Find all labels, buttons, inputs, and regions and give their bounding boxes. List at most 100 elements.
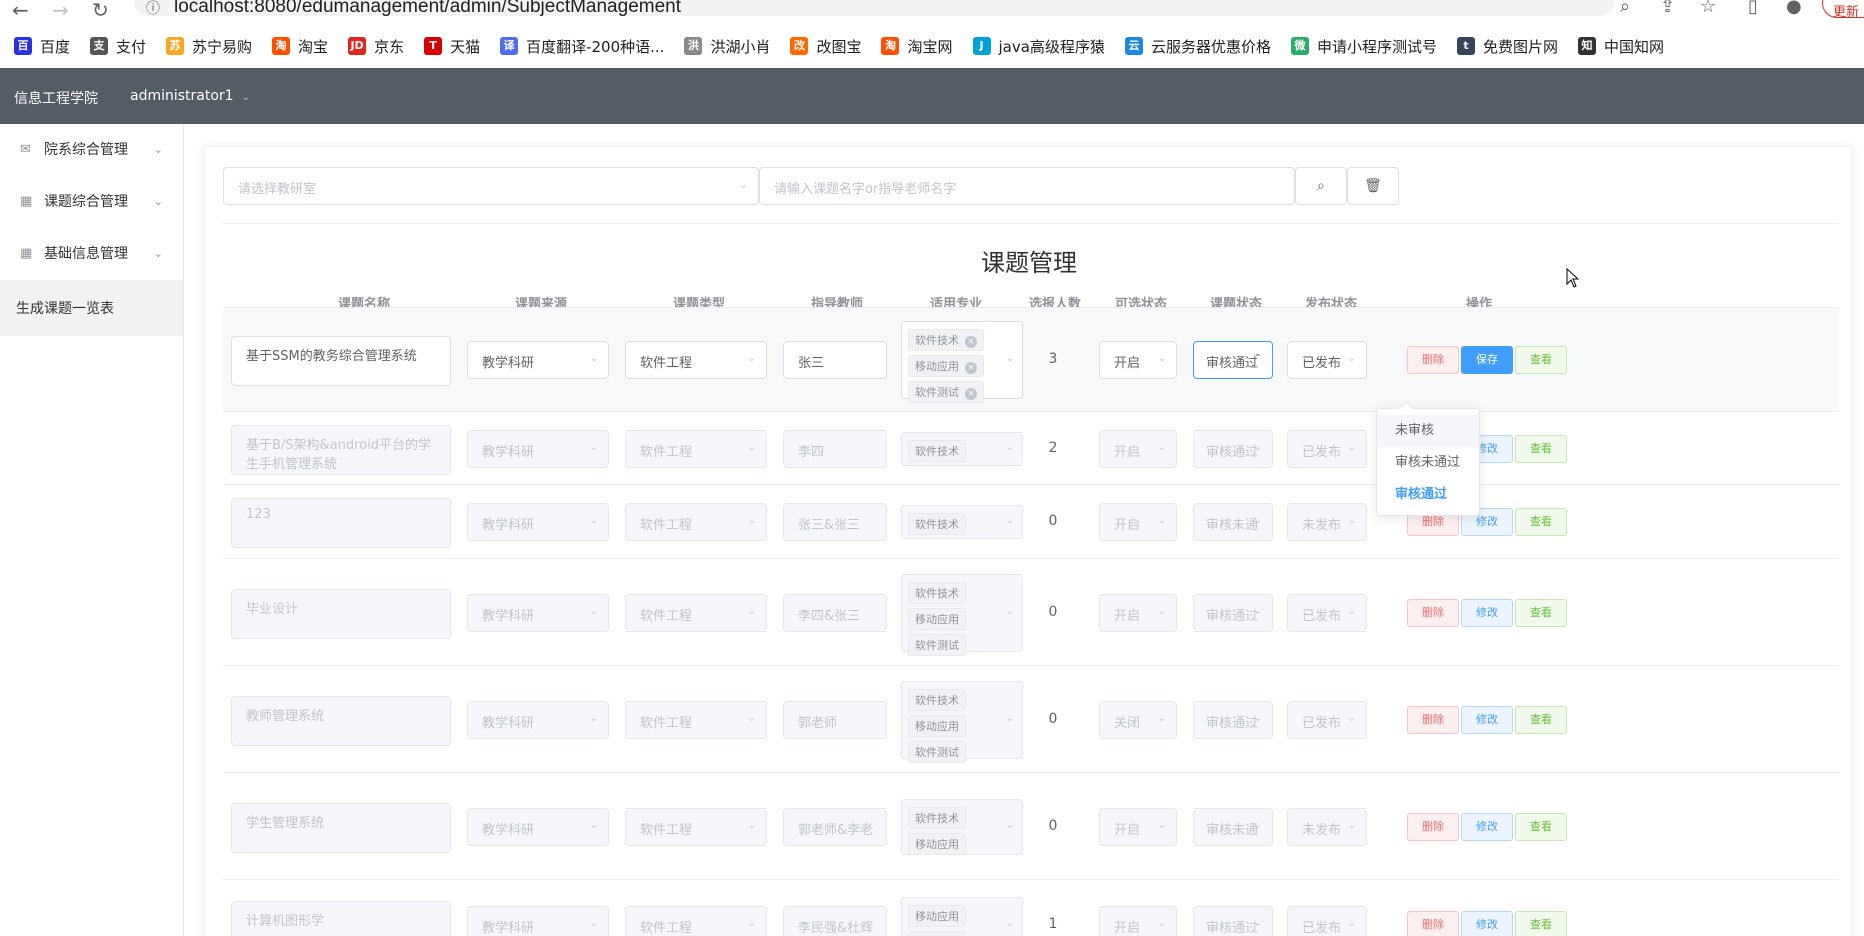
subject-name-input[interactable]: 基于SSM的教务综合管理系统 bbox=[231, 336, 451, 386]
bookmark-item[interactable]: 淘淘宝 bbox=[272, 36, 328, 57]
bookmark-label: 洪湖小肖 bbox=[710, 37, 771, 56]
bookmark-item[interactable]: 淘淘宝网 bbox=[881, 36, 953, 57]
bookmark-item[interactable]: 洪洪湖小肖 bbox=[684, 36, 770, 57]
bookmark-item[interactable]: 微申请小程序测试号 bbox=[1290, 36, 1437, 57]
chevron-down-icon: ⌄ bbox=[1253, 918, 1262, 929]
close-icon[interactable]: × bbox=[965, 362, 977, 374]
bookmark-item[interactable]: 译百度翻译-200种语... bbox=[500, 36, 664, 57]
office-select[interactable]: 请选择教研室 ⌄ bbox=[223, 167, 759, 205]
sidebar-item-basic-info[interactable]: ▦ 基础信息管理 ⌄ bbox=[0, 228, 183, 278]
suning-icon: 苏 bbox=[166, 37, 185, 55]
delete-button[interactable]: 删除 bbox=[1407, 598, 1459, 627]
wechat-icon: 微 bbox=[1290, 37, 1309, 55]
status-value: 审核通过 bbox=[1206, 356, 1259, 371]
url-text: localhost:8080/edumanagement/admin/Subje… bbox=[174, 0, 681, 17]
bookmark-item[interactable]: JD 京东 bbox=[348, 36, 404, 57]
major-tag-label: 软件测试 bbox=[915, 638, 959, 652]
source-value: 教学科研 bbox=[482, 444, 535, 460]
source-value: 教学科研 bbox=[482, 715, 535, 731]
major-tag: 软件测试 bbox=[908, 740, 966, 763]
address-bar[interactable]: ⓘ localhost:8080/edumanagement/admin/Sub… bbox=[134, 0, 1614, 18]
view-button[interactable]: 查看 bbox=[1515, 812, 1567, 841]
view-button[interactable]: 查看 bbox=[1515, 598, 1567, 627]
site-info-icon[interactable]: ⓘ bbox=[146, 0, 160, 18]
bookmark-label: java高级程序猿 bbox=[998, 37, 1105, 56]
profile-icon[interactable]: ● bbox=[1786, 0, 1802, 17]
share-icon[interactable]: ⇪ bbox=[1660, 0, 1675, 17]
major-tag-label: 软件测试 bbox=[915, 386, 959, 399]
bookmark-item[interactable]: t 免费图片网 bbox=[1456, 36, 1558, 57]
table-row: 教师管理系统 教学科研 ⌄ 软件工程 ⌄ 郭老师 软件技术 移动应用 软件测试 ⌄ 0 关闭 ⌄ 审核通过… bbox=[223, 665, 1839, 772]
delete-button[interactable]: 删除 bbox=[1407, 705, 1459, 734]
majors-multiselect: 软件技术 ⌄ bbox=[901, 505, 1023, 539]
sidepanel-icon[interactable]: ▯ bbox=[1748, 0, 1758, 17]
close-icon[interactable]: × bbox=[965, 336, 977, 348]
bookmark-item[interactable]: 苏苏宁易购 bbox=[166, 36, 252, 57]
status-value: 审核通过 bbox=[1206, 608, 1259, 624]
sidebar-item-department[interactable]: ✉ 院系综合管理 ⌄ bbox=[0, 124, 183, 174]
save-button[interactable]: 保存 bbox=[1461, 346, 1513, 374]
clear-button[interactable]: 🗑 bbox=[1347, 167, 1399, 205]
bookmark-item[interactable]: Jjava高级程序猿 bbox=[972, 36, 1105, 57]
sidebar-item-generate-list[interactable]: 生成课题一览表 bbox=[0, 280, 183, 336]
bookmark-item[interactable]: 云云服务器优惠价格 bbox=[1124, 36, 1271, 57]
selectable-select[interactable]: 开启 ⌄ bbox=[1099, 341, 1177, 379]
chevron-down-icon: ⌄ bbox=[747, 918, 756, 929]
dropdown-option-approved[interactable]: 审核通过 bbox=[1377, 479, 1479, 511]
dropdown-option-rejected[interactable]: 审核未通过 bbox=[1377, 447, 1479, 479]
type-select[interactable]: 软件工程 ⌄ bbox=[625, 341, 767, 379]
bookmark-item[interactable]: 改改图宝 bbox=[790, 36, 861, 57]
view-button[interactable]: 查看 bbox=[1515, 346, 1567, 374]
bookmark-item[interactable]: 支支付 bbox=[90, 36, 146, 57]
bookmark-star-icon[interactable]: ☆ bbox=[1700, 0, 1716, 17]
close-icon[interactable]: × bbox=[965, 388, 977, 400]
grid-icon: ▦ bbox=[20, 193, 33, 209]
chevron-down-icon: ⌄ bbox=[747, 712, 756, 724]
tv-icon: J bbox=[972, 37, 991, 55]
zoom-icon[interactable]: ⌕ bbox=[1620, 0, 1630, 17]
edit-button[interactable]: 修改 bbox=[1461, 911, 1513, 936]
major-tag-label: 软件技术 bbox=[915, 444, 959, 458]
publish-select[interactable]: 已发布 ⌄ bbox=[1287, 341, 1367, 379]
bookmark-label: 申请小程序测试号 bbox=[1316, 37, 1437, 56]
forward-icon[interactable]: → bbox=[52, 0, 69, 22]
delete-button[interactable]: 删除 bbox=[1407, 911, 1459, 936]
reload-icon[interactable]: ↻ bbox=[92, 0, 109, 22]
major-tag: 软件测试 bbox=[908, 633, 966, 656]
update-button[interactable]: 更新 bbox=[1822, 0, 1864, 20]
search-input[interactable]: 请输入课题名字or指导老师名字 bbox=[759, 167, 1295, 205]
majors-multiselect[interactable]: 软件技术 × 移动应用 × 软件测试 × ⌄ bbox=[901, 321, 1023, 403]
major-tag: 软件技术 bbox=[908, 931, 966, 936]
view-button[interactable]: 查看 bbox=[1515, 705, 1567, 734]
applicant-count: 0 bbox=[1048, 817, 1058, 834]
chevron-down-icon: ⌄ bbox=[747, 441, 756, 453]
dropdown-option-pending[interactable]: 未审核 bbox=[1377, 415, 1479, 447]
status-select[interactable]: 审核通过 ⌃ bbox=[1193, 341, 1273, 379]
sidebar-item-label: 基础信息管理 bbox=[44, 246, 128, 262]
search-button[interactable]: ⌕ bbox=[1295, 167, 1347, 205]
delete-button[interactable]: 删除 bbox=[1407, 812, 1459, 841]
view-button[interactable]: 查看 bbox=[1515, 911, 1567, 936]
view-button[interactable]: 查看 bbox=[1515, 434, 1567, 463]
edit-button[interactable]: 修改 bbox=[1461, 705, 1513, 734]
mouse-cursor-icon bbox=[1566, 268, 1580, 288]
applicant-count: 1 bbox=[1048, 916, 1058, 932]
edit-button[interactable]: 修改 bbox=[1461, 812, 1513, 841]
view-button[interactable]: 查看 bbox=[1515, 508, 1567, 536]
delete-button[interactable]: 删除 bbox=[1407, 346, 1459, 374]
teacher-input[interactable]: 张三 bbox=[783, 341, 887, 379]
bookmark-item[interactable]: 知中国知网 bbox=[1577, 36, 1664, 57]
source-select: 教学科研 ⌄ bbox=[467, 700, 609, 739]
status-value: 审核未通 bbox=[1206, 822, 1259, 838]
edit-button[interactable]: 修改 bbox=[1461, 598, 1513, 627]
chevron-down-icon: ⌄ bbox=[1347, 605, 1356, 617]
sidebar-item-subject[interactable]: ▦ 课题综合管理 ⌄ bbox=[0, 176, 183, 226]
taobao-icon: 淘 bbox=[272, 37, 291, 55]
source-select[interactable]: 教学科研 ⌄ bbox=[467, 341, 609, 379]
applicant-count: 3 bbox=[1048, 351, 1058, 367]
bookmark-item[interactable]: 百百度 bbox=[14, 36, 70, 57]
publish-value: 已发布 bbox=[1302, 921, 1342, 936]
user-menu[interactable]: administrator1 ⌄ bbox=[130, 88, 250, 104]
back-icon[interactable]: ← bbox=[12, 0, 29, 22]
bookmark-item[interactable]: T 天猫 bbox=[424, 36, 480, 57]
